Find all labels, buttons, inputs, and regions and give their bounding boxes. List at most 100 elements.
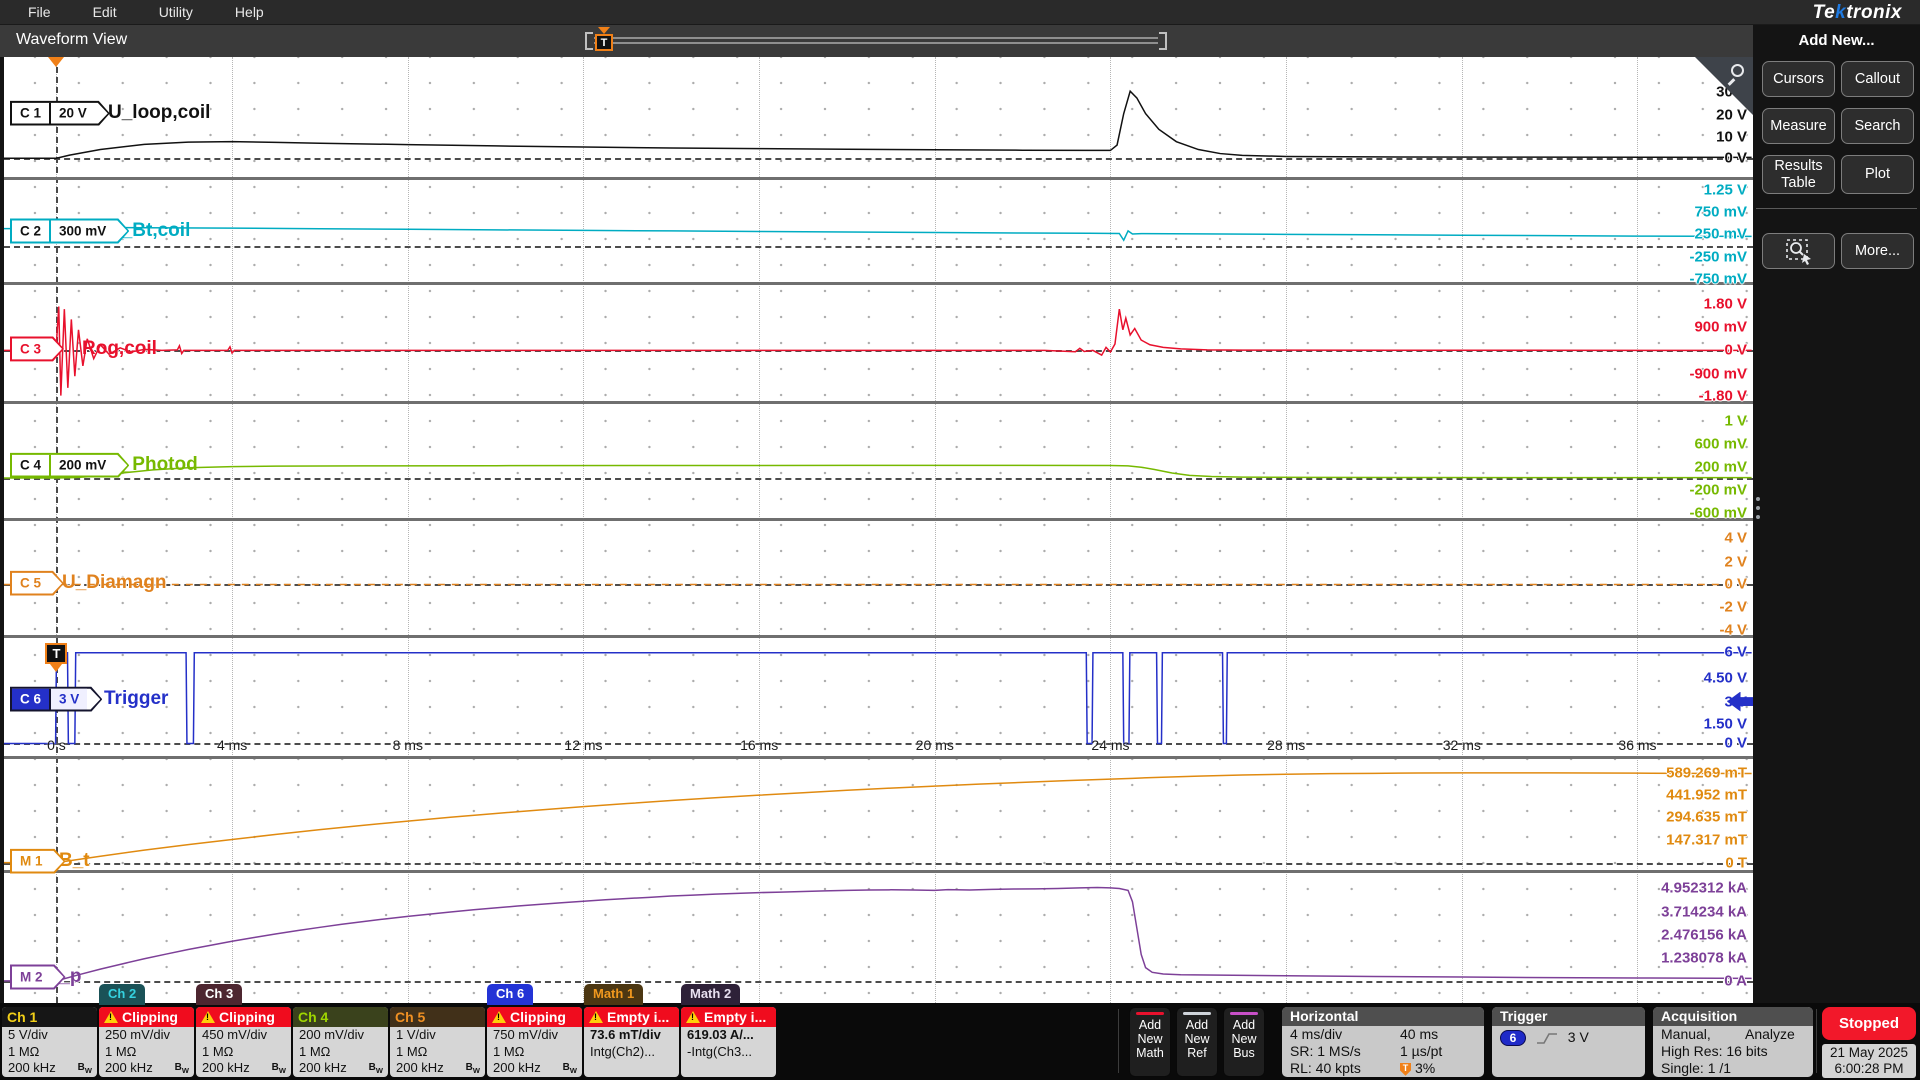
add-new-ref-button[interactable]: AddNewRef bbox=[1176, 1007, 1218, 1077]
axis-label-ch1: 0 V bbox=[1724, 150, 1747, 167]
bandwidth-icon: BW bbox=[466, 1060, 480, 1077]
channel-settings-badge-6[interactable]: Clipping750 mV/div1 MΩ200 kHzBW bbox=[487, 1007, 582, 1077]
badge-row: 1 MΩ bbox=[293, 1044, 388, 1061]
axis-label-m2: 3.714234 kA bbox=[1661, 904, 1747, 921]
channel-settings-badge-5[interactable]: Ch 51 V/div1 MΩ200 kHzBW bbox=[390, 1007, 485, 1077]
axis-label-ch3: 0 V bbox=[1724, 342, 1747, 359]
waveform-view-title: Waveform View bbox=[16, 31, 127, 49]
channel-tab-math1[interactable]: Math 1 bbox=[584, 984, 643, 1005]
waveform-trace-m1 bbox=[4, 759, 1753, 870]
axis-label-m2: 0 A bbox=[1724, 973, 1747, 990]
trigger-position-pct: 3% bbox=[1415, 1060, 1435, 1076]
axis-label-ch4: 600 mV bbox=[1694, 436, 1747, 453]
menu-item-utility[interactable]: Utility bbox=[145, 4, 207, 20]
channel-tab-ch3[interactable]: Ch 3 bbox=[196, 984, 242, 1005]
badge-row: 1 MΩ bbox=[196, 1044, 291, 1061]
axis-label-ch2: 750 mV bbox=[1694, 203, 1747, 220]
zoom-select-button[interactable] bbox=[1762, 233, 1835, 269]
acquisition-mode: Manual, bbox=[1661, 1026, 1711, 1042]
axis-label-ch2: 250 mV bbox=[1694, 226, 1747, 243]
zoom-select-icon bbox=[1784, 237, 1814, 265]
trigger-panel[interactable]: Trigger 6 3 V bbox=[1492, 1007, 1645, 1077]
rising-edge-icon bbox=[1536, 1031, 1558, 1046]
badge-row: 1 MΩ bbox=[390, 1044, 485, 1061]
horizontal-window: 40 ms bbox=[1400, 1026, 1438, 1043]
channel-badge-ch3[interactable]: C 3 bbox=[10, 336, 64, 361]
overview-right-bracket[interactable] bbox=[1159, 32, 1167, 50]
channel-settings-badge-1[interactable]: Ch 15 V/div1 MΩ200 kHzBW bbox=[2, 1007, 97, 1077]
rp-button-plot[interactable]: Plot bbox=[1841, 155, 1914, 194]
axis-label-ch4: -200 mV bbox=[1689, 482, 1747, 499]
channel-tab-ch6[interactable]: Ch 6 bbox=[487, 984, 533, 1005]
axis-label-ch6: 0 V bbox=[1724, 735, 1747, 752]
rp-button-cursors[interactable]: Cursors bbox=[1762, 61, 1835, 97]
channel-settings-badge-7[interactable]: Empty i...73.6 mT/divIntg(Ch2)... bbox=[584, 1007, 679, 1077]
channel-tab-ch2[interactable]: Ch 2 bbox=[99, 984, 145, 1005]
add-new-math-button[interactable]: AddNewMath bbox=[1129, 1007, 1171, 1077]
overview-track[interactable] bbox=[594, 37, 1158, 44]
waveform-trace-ch4 bbox=[4, 404, 1753, 517]
menu-item-edit[interactable]: Edit bbox=[79, 4, 131, 20]
rp-button-search[interactable]: Search bbox=[1841, 108, 1914, 144]
trigger-source-marker[interactable]: T bbox=[45, 643, 67, 673]
axis-label-ch4: 1 V bbox=[1724, 412, 1747, 429]
axis-label-ch2: 1.25 V bbox=[1704, 181, 1747, 198]
rp-button-callout[interactable]: Callout bbox=[1841, 61, 1914, 97]
warning-icon bbox=[686, 1011, 700, 1023]
more-button[interactable]: More... bbox=[1841, 233, 1914, 269]
right-panel: Add New... CursorsCalloutMeasureSearchRe… bbox=[1753, 25, 1920, 1003]
badge-row: 200 kHzBW bbox=[487, 1060, 582, 1077]
channel-badge-m2[interactable]: M 2 bbox=[10, 965, 66, 990]
run-stop-button[interactable]: Stopped bbox=[1822, 1007, 1916, 1040]
rp-button-results-table[interactable]: Results Table bbox=[1762, 155, 1835, 194]
menu-item-file[interactable]: File bbox=[14, 4, 65, 20]
menu-item-help[interactable]: Help bbox=[221, 4, 278, 20]
badge-row: 200 kHzBW bbox=[293, 1060, 388, 1077]
badge-header: Clipping bbox=[196, 1007, 291, 1027]
channel-badge-ch4[interactable]: C 4200 mV bbox=[10, 453, 129, 478]
axis-label-ch3: 1.80 V bbox=[1704, 295, 1747, 312]
channel-slice-m1: M 1B_t589.269 mT441.952 mT294.635 mT147.… bbox=[4, 759, 1753, 873]
panel-resize-handle[interactable] bbox=[1756, 497, 1760, 519]
axis-label-ch4: -600 mV bbox=[1689, 504, 1747, 521]
channel-settings-badge-4[interactable]: Ch 4200 mV/div1 MΩ200 kHzBW bbox=[293, 1007, 388, 1077]
time-text: 6:00:28 PM bbox=[1822, 1061, 1916, 1077]
channel-settings-badge-3[interactable]: Clipping450 mV/div1 MΩ200 kHzBW bbox=[196, 1007, 291, 1077]
overview-trigger-marker[interactable]: T bbox=[595, 29, 613, 53]
waveform-trace-m2 bbox=[4, 873, 1753, 1003]
badge-cell: C 4 bbox=[12, 455, 49, 476]
waveform-trace-ch2 bbox=[4, 180, 1753, 282]
channel-settings-badge-2[interactable]: Clipping250 mV/div1 MΩ200 kHzBW bbox=[99, 1007, 194, 1077]
axis-label-m2: 4.952312 kA bbox=[1661, 880, 1747, 897]
channel-badge-ch2[interactable]: C 2300 mV bbox=[10, 218, 129, 243]
rp-button-measure[interactable]: Measure bbox=[1762, 108, 1835, 144]
bottom-settings-bar: Horizontal 4 ms/div 40 ms SR: 1 MS/s 1 µ… bbox=[0, 1003, 1920, 1080]
axis-label-ch5: -2 V bbox=[1719, 599, 1747, 616]
channel-tab-math2[interactable]: Math 2 bbox=[681, 984, 740, 1005]
horizontal-panel[interactable]: Horizontal 4 ms/div 40 ms SR: 1 MS/s 1 µ… bbox=[1282, 1007, 1484, 1077]
channel-badge-ch1[interactable]: C 120 V bbox=[10, 101, 110, 126]
bandwidth-icon: BW bbox=[175, 1060, 189, 1077]
channel-settings-badge-8[interactable]: Empty i...619.03 A/...-Intg(Ch3... bbox=[681, 1007, 776, 1077]
channel-badge-ch6[interactable]: C 63 V bbox=[10, 687, 102, 712]
axis-label-m1: 441.952 mT bbox=[1666, 787, 1747, 804]
channel-badge-m1[interactable]: M 1 bbox=[10, 849, 66, 874]
add-new-bus-button[interactable]: AddNewBus bbox=[1223, 1007, 1265, 1077]
zoom-corner-control[interactable] bbox=[1695, 57, 1753, 115]
trigger-position-marker-icon[interactable] bbox=[48, 57, 64, 67]
badge-row: 200 kHzBW bbox=[99, 1060, 194, 1077]
channel-slice-ch6: C 63 VTrigger6 V4.50 V3 V1.50 V0 VT0 s4 … bbox=[4, 638, 1753, 759]
acquisition-panel-title: Acquisition bbox=[1653, 1007, 1813, 1026]
channel-slice-ch5: C 5U_Diamagn4 V2 V0 V-2 V-4 V bbox=[4, 521, 1753, 638]
panel-divider bbox=[1756, 208, 1917, 209]
acquisition-panel[interactable]: Acquisition Manual, Analyze High Res: 16… bbox=[1653, 1007, 1813, 1077]
badge-row: 750 mV/div bbox=[487, 1027, 582, 1044]
channel-badge-ch5[interactable]: C 5 bbox=[10, 571, 64, 596]
channel-slice-ch4: C 4200 mVU_Photod1 V600 mV200 mV-200 mV-… bbox=[4, 404, 1753, 520]
time-axis-label: 16 ms bbox=[740, 737, 778, 753]
record-overview-bar[interactable]: T bbox=[585, 32, 1167, 50]
overview-left-bracket[interactable] bbox=[585, 32, 593, 50]
axis-label-m1: 294.635 mT bbox=[1666, 809, 1747, 826]
trigger-level-value: 3 V bbox=[1568, 1029, 1589, 1045]
time-axis-label: 4 ms bbox=[217, 737, 247, 753]
